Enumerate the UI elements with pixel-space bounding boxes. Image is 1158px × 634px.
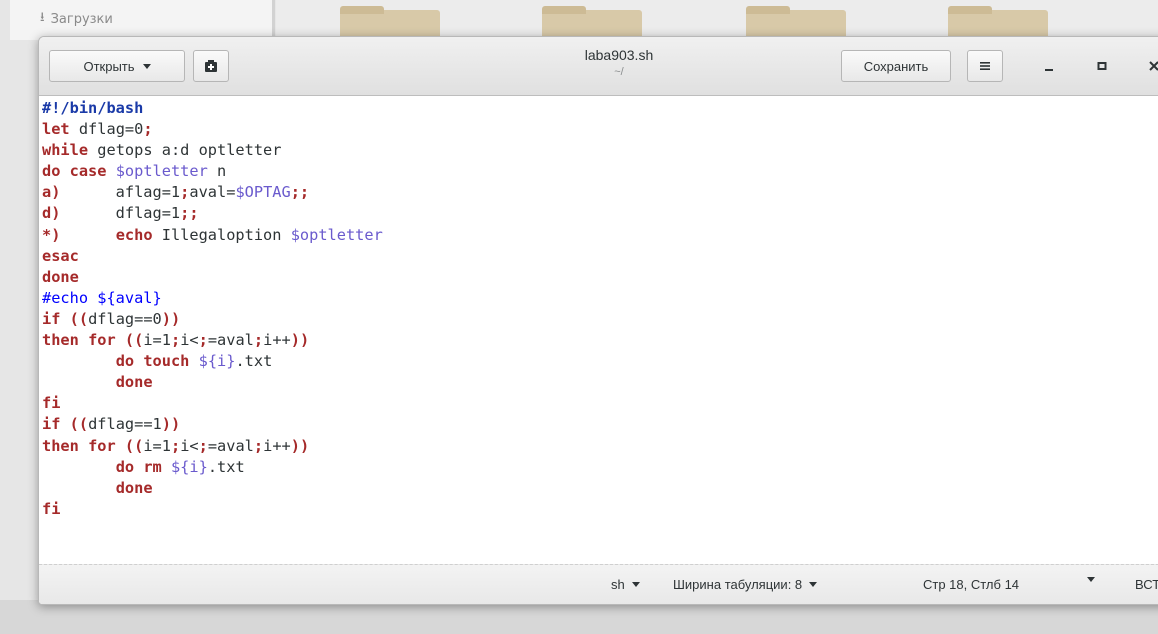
chevron-down-icon xyxy=(809,582,818,587)
cursor-position-label: Стр 18, Стлб 14 xyxy=(923,577,1020,592)
menu-button[interactable] xyxy=(967,50,1003,82)
header-bar: Открыть laba903.sh ~/ Сохранить xyxy=(39,37,1158,96)
insert-mode-indicator[interactable]: ВСТ xyxy=(1135,577,1158,592)
tab-width-selector[interactable]: Ширина табуляции: 8 xyxy=(673,577,818,592)
chevron-down-icon xyxy=(142,63,151,69)
download-icon: ⭳ xyxy=(40,10,45,25)
minimize-button[interactable] xyxy=(1034,51,1064,81)
save-button-label: Сохранить xyxy=(863,58,929,74)
window-title-area: laba903.sh ~/ xyxy=(489,47,749,78)
cursor-position[interactable]: Стр 18, Стлб 14 xyxy=(923,577,1019,592)
code-editor[interactable]: #!/bin/bash let dflag=0; while getops a:… xyxy=(39,96,1158,564)
file-manager-view xyxy=(276,0,1158,46)
close-button[interactable] xyxy=(1139,51,1158,81)
close-icon xyxy=(1149,61,1158,71)
chevron-down-icon xyxy=(631,582,640,587)
minimize-icon xyxy=(1045,69,1053,71)
tab-width-label: Ширина табуляции: 8 xyxy=(673,577,803,592)
maximize-button[interactable] xyxy=(1087,51,1117,81)
save-button[interactable]: Сохранить xyxy=(841,50,951,82)
code-text[interactable]: #!/bin/bash let dflag=0; while getops a:… xyxy=(39,96,1158,520)
window-subtitle: ~/ xyxy=(614,66,624,78)
language-label: sh xyxy=(611,577,625,592)
language-selector[interactable]: sh xyxy=(611,577,640,592)
hamburger-menu-icon xyxy=(980,62,990,70)
open-button-label: Открыть xyxy=(83,58,135,74)
desktop-background xyxy=(0,600,1158,634)
sidebar-item-downloads[interactable]: ⭳ Загрузки xyxy=(40,8,113,30)
insert-mode-label: ВСТ xyxy=(1135,577,1158,592)
sidebar-item-label: Загрузки xyxy=(50,11,113,27)
open-button[interactable]: Открыть xyxy=(49,50,185,82)
new-document-icon xyxy=(205,60,217,72)
status-bar: sh Ширина табуляции: 8 Стр 18, Стлб 14 В… xyxy=(39,564,1158,604)
file-manager-sidebar: ⭳ Загрузки xyxy=(10,0,275,40)
chevron-down-icon xyxy=(1087,577,1095,582)
text-editor-window: Открыть laba903.sh ~/ Сохранить #!/bin/b… xyxy=(38,36,1158,605)
position-menu-button[interactable] xyxy=(1087,577,1095,582)
window-title: laba903.sh xyxy=(584,47,654,63)
new-document-button[interactable] xyxy=(193,50,229,82)
maximize-icon xyxy=(1097,62,1107,70)
